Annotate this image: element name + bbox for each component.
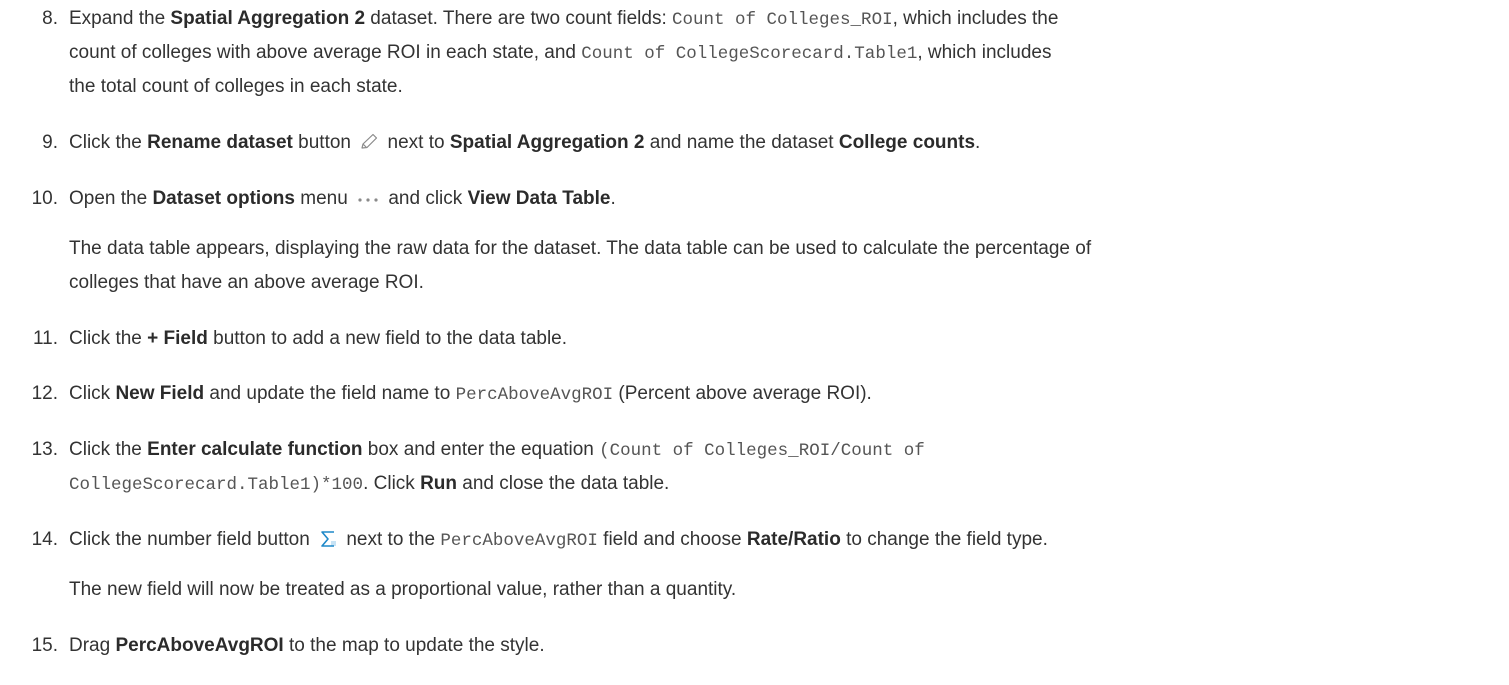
- ui-term: Rename dataset: [147, 132, 293, 153]
- step-text: .: [610, 188, 616, 209]
- code-term: Count of Colleges_ROI: [672, 10, 893, 30]
- step-number: 14.: [31, 529, 58, 550]
- step-text: Open the: [69, 188, 153, 209]
- step-line: Click the + Field button to add a new fi…: [69, 324, 567, 354]
- step-number: 12.: [31, 383, 58, 404]
- step-text: , which includes the: [892, 8, 1059, 29]
- step-line: Expand the Spatial Aggregation 2 dataset…: [69, 4, 1058, 35]
- ui-term: Enter calculate function: [147, 439, 363, 460]
- step-text: Click: [69, 383, 116, 404]
- ui-term: + Field: [147, 328, 208, 349]
- step-text: count of colleges with above average ROI…: [69, 42, 582, 63]
- step-text: . Click: [363, 473, 421, 494]
- code-term: PercAboveAvgROI: [455, 385, 614, 405]
- step-text: and name the dataset: [644, 132, 839, 153]
- ui-term: Spatial Aggregation 2: [449, 132, 645, 153]
- step-number: 10.: [31, 188, 58, 209]
- step-number: 15.: [31, 635, 58, 656]
- ui-term: PercAboveAvgROI: [115, 635, 284, 656]
- ui-term: Spatial Aggregation 2: [170, 8, 366, 29]
- step-text: to change the field type.: [840, 529, 1048, 550]
- step-text: Drag: [69, 635, 116, 656]
- pencil-icon: [358, 131, 380, 161]
- step-text: menu: [294, 188, 354, 209]
- step-text: Click the: [69, 132, 148, 153]
- step-text: and update the field name to: [204, 383, 456, 404]
- step-text: button: [292, 132, 357, 153]
- step-line: count of colleges with above average ROI…: [69, 38, 1051, 69]
- step-line: Click the Enter calculate function box a…: [69, 435, 925, 466]
- step-text: button to add a new field to the data ta…: [207, 328, 568, 349]
- ui-term: Rate/Ratio: [746, 529, 841, 550]
- step-number: 11.: [32, 328, 58, 349]
- step-text: to the map to update the style.: [283, 635, 545, 656]
- ui-term: Run: [420, 473, 457, 494]
- ui-term: View Data Table: [467, 188, 611, 209]
- step-text: Click the: [69, 328, 148, 349]
- step-line: Click the Rename dataset button next to …: [69, 128, 980, 161]
- ui-term: Dataset options: [152, 188, 295, 209]
- step-line: Drag PercAboveAvgROI to the map to updat…: [69, 631, 545, 661]
- step-text: the total count of colleges in each stat…: [69, 76, 403, 97]
- step-number: 13.: [31, 439, 58, 460]
- step-note: colleges that have an above average ROI.: [69, 272, 424, 293]
- step-text: Click the: [69, 439, 148, 460]
- step-line: Open the Dataset options menu and click …: [69, 184, 616, 217]
- code-term: Count of CollegeScorecard.Table1: [581, 44, 918, 64]
- step-text: .: [975, 132, 981, 153]
- step-text: field and choose: [597, 529, 747, 550]
- step-note: The data table appears, displaying the r…: [69, 238, 1092, 259]
- step-text: (Percent above average ROI).: [613, 383, 872, 404]
- step-line: the total count of colleges in each stat…: [69, 72, 403, 102]
- code-term: PercAboveAvgROI: [440, 531, 598, 551]
- step-number: 8.: [42, 8, 58, 29]
- sigma-icon: [317, 528, 339, 558]
- step-line: Click the number field button next to th…: [69, 525, 1048, 558]
- step-text: box and enter the equation: [362, 439, 600, 460]
- step-line: Click New Field and update the field nam…: [69, 379, 872, 410]
- step-text: Click the number field button: [69, 529, 316, 550]
- ui-term: New Field: [115, 383, 205, 404]
- step-text: and click: [383, 188, 468, 209]
- step-note: The new field will now be treated as a p…: [69, 579, 737, 600]
- ui-term: College counts: [838, 132, 976, 153]
- step-text: , which includes: [917, 42, 1052, 63]
- more-options-icon: [355, 187, 381, 217]
- step-text: next to the: [341, 529, 441, 550]
- code-term: CollegeScorecard.Table1)*100: [69, 475, 364, 495]
- step-line: CollegeScorecard.Table1)*100. Click Run …: [69, 469, 669, 500]
- step-text: next to: [382, 132, 450, 153]
- step-number: 9.: [42, 132, 58, 153]
- instruction-document: 8. Expand the Spatial Aggregation 2 data…: [0, 0, 1509, 685]
- code-term: (Count of Colleges_ROI/Count of: [599, 441, 925, 461]
- step-text: Expand the: [69, 8, 171, 29]
- step-text: dataset. There are two count fields:: [365, 8, 673, 29]
- step-text: and close the data table.: [457, 473, 670, 494]
